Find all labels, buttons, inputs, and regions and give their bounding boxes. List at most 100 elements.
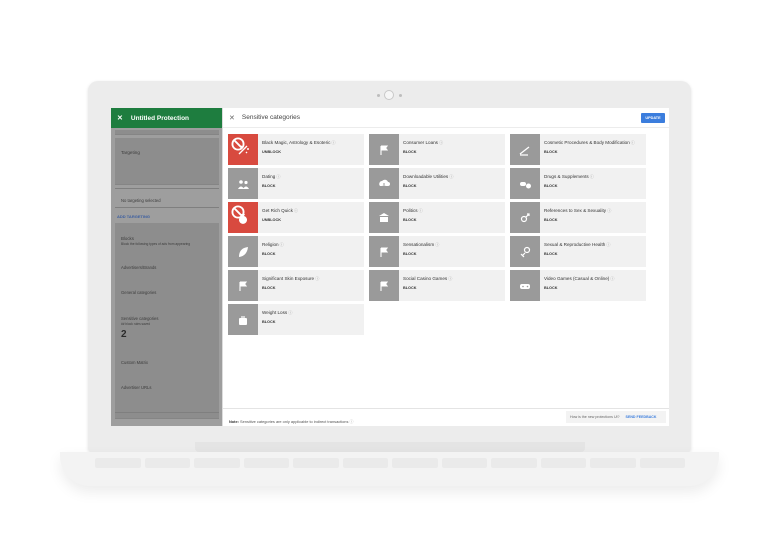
category-tile[interactable]: Consumer Loansⓘ BLOCK: [369, 134, 505, 165]
close-icon[interactable]: ✕: [117, 114, 123, 122]
category-tile[interactable]: Video Games (Casual & Online)ⓘ BLOCK: [510, 270, 646, 301]
block-button[interactable]: BLOCK: [262, 252, 276, 256]
category-label: Social Casino Games: [403, 276, 448, 281]
block-button[interactable]: BLOCK: [262, 286, 276, 290]
advertiser-urls-label[interactable]: Advertiser URLs: [121, 385, 151, 390]
leaf-icon: [228, 236, 258, 267]
panel-title: Untitled Protection: [130, 114, 190, 122]
info-icon[interactable]: ⓘ: [607, 208, 611, 213]
category-tile[interactable]: Significant Skin Exposureⓘ BLOCK: [228, 270, 364, 301]
category-label: Get Rich Quick: [262, 208, 293, 213]
custom-matrix-label[interactable]: Custom Matrix: [121, 360, 148, 365]
category-tile[interactable]: Weight Lossⓘ BLOCK: [228, 304, 364, 335]
category-label: Drugs & Supplements: [544, 174, 589, 179]
block-button[interactable]: BLOCK: [544, 184, 558, 188]
update-button[interactable]: UPDATE: [641, 113, 665, 123]
category-tile[interactable]: Datingⓘ BLOCK: [228, 168, 364, 199]
sensitive-count: 2: [121, 329, 127, 340]
unblock-button[interactable]: UNBLOCK: [262, 150, 281, 154]
block-button[interactable]: BLOCK: [262, 320, 276, 324]
block-button[interactable]: BLOCK: [544, 252, 558, 256]
info-icon[interactable]: ⓘ: [435, 242, 439, 247]
blocked-icon: [231, 137, 245, 151]
no-targeting-text: No targeting selected: [121, 198, 161, 203]
general-categories-label[interactable]: General categories: [121, 290, 156, 295]
info-icon[interactable]: ⓘ: [315, 276, 319, 281]
info-icon[interactable]: ⓘ: [448, 276, 452, 281]
category-tile[interactable]: References to Sex & Sexualityⓘ BLOCK: [510, 202, 646, 233]
info-icon[interactable]: ⓘ: [449, 174, 453, 179]
blocks-label: Blocks: [121, 236, 134, 241]
category-tile[interactable]: Sensationalismⓘ BLOCK: [369, 236, 505, 267]
info-icon[interactable]: ⓘ: [610, 276, 614, 281]
block-button[interactable]: BLOCK: [403, 218, 417, 222]
category-tile[interactable]: Black Magic, Astrology & Esotericⓘ UNBLOC…: [228, 134, 364, 165]
category-label: Sensationalism: [403, 242, 435, 247]
camera-dot: [399, 94, 402, 97]
block-button[interactable]: BLOCK: [403, 252, 417, 256]
info-icon[interactable]: ⓘ: [439, 140, 443, 145]
close-icon[interactable]: ✕: [229, 114, 235, 122]
people-icon: [228, 168, 258, 199]
camera-dot: [377, 94, 380, 97]
dialog-footer: Note: Sensitive categories are only appl…: [223, 408, 669, 426]
category-tile[interactable]: Sexual & Reproductive Healthⓘ BLOCK: [510, 236, 646, 267]
block-button[interactable]: BLOCK: [544, 218, 558, 222]
category-label: Politics: [403, 208, 418, 213]
info-icon[interactable]: ⓘ: [280, 242, 284, 247]
blocks-description: Block the following types of ads from ap…: [121, 242, 191, 246]
category-name: Politicsⓘ: [403, 208, 423, 214]
stage: ✕ Untitled Protection Targeting No targe…: [0, 0, 777, 550]
block-button[interactable]: BLOCK: [262, 184, 276, 188]
category-tile[interactable]: Social Casino Gamesⓘ BLOCK: [369, 270, 505, 301]
category-name: Cosmetic Procedures & Body Modificationⓘ: [544, 140, 635, 146]
category-tile[interactable]: Cosmetic Procedures & Body Modificationⓘ…: [510, 134, 646, 165]
info-icon[interactable]: ⓘ: [631, 140, 635, 145]
feedback-question: How is the new protections UI?: [570, 415, 620, 419]
send-feedback-button[interactable]: SEND FEEDBACK: [626, 415, 657, 419]
flag-icon: [369, 134, 399, 165]
category-name: Consumer Loansⓘ: [403, 140, 443, 146]
info-icon[interactable]: ⓘ: [590, 174, 594, 179]
info-icon[interactable]: ⓘ: [331, 140, 335, 145]
info-icon[interactable]: ⓘ: [419, 208, 423, 213]
note-text: Sensitive categories are only applicable…: [240, 419, 349, 424]
block-button[interactable]: BLOCK: [403, 184, 417, 188]
advertisers-label[interactable]: Advertisers/Brands: [121, 265, 156, 270]
sensitive-categories-label[interactable]: Sensitive categories: [121, 316, 158, 321]
category-label: References to Sex & Sexuality: [544, 208, 607, 213]
download-cloud-icon: [369, 168, 399, 199]
keyboard-row: [95, 458, 685, 468]
unblock-button[interactable]: UNBLOCK: [262, 218, 281, 222]
block-button[interactable]: BLOCK: [403, 150, 417, 154]
divider: [115, 188, 219, 189]
add-targeting-link[interactable]: ADD TARGETING: [117, 214, 150, 219]
category-tile[interactable]: Religionⓘ BLOCK: [228, 236, 364, 267]
category-name: Black Magic, Astrology & Esotericⓘ: [262, 140, 336, 146]
screen: ✕ Untitled Protection Targeting No targe…: [111, 108, 669, 426]
category-name: Sensationalismⓘ: [403, 242, 439, 248]
category-label: Weight Loss: [262, 310, 288, 315]
category-label: Video Games (Casual & Online): [544, 276, 610, 281]
category-name: Datingⓘ: [262, 174, 280, 180]
sensitive-categories-dialog: ✕ Sensitive categories UPDATE Black Magi…: [222, 108, 669, 426]
info-icon[interactable]: ⓘ: [606, 242, 610, 247]
info-icon[interactable]: ⓘ: [276, 174, 280, 179]
block-button[interactable]: BLOCK: [544, 286, 558, 290]
category-label: Cosmetic Procedures & Body Modification: [544, 140, 630, 145]
camera-icon: [384, 90, 394, 100]
info-icon[interactable]: ⓘ: [288, 310, 292, 315]
category-tile[interactable]: Drugs & Supplementsⓘ BLOCK: [510, 168, 646, 199]
category-name: References to Sex & Sexualityⓘ: [544, 208, 611, 214]
category-tile[interactable]: Downloadable Utilitiesⓘ BLOCK: [369, 168, 505, 199]
category-name: Significant Skin Exposureⓘ: [262, 276, 319, 282]
block-button[interactable]: BLOCK: [544, 150, 558, 154]
category-name: Social Casino Gamesⓘ: [403, 276, 452, 282]
category-tile[interactable]: Politicsⓘ BLOCK: [369, 202, 505, 233]
flag-icon: [369, 236, 399, 267]
dialog-title: Sensitive categories: [241, 114, 301, 121]
category-tile[interactable]: Get Rich Quickⓘ UNBLOCK: [228, 202, 364, 233]
info-icon[interactable]: ⓘ: [294, 208, 298, 213]
footer-note: Note: Sensitive categories are only appl…: [229, 419, 353, 425]
block-button[interactable]: BLOCK: [403, 286, 417, 290]
